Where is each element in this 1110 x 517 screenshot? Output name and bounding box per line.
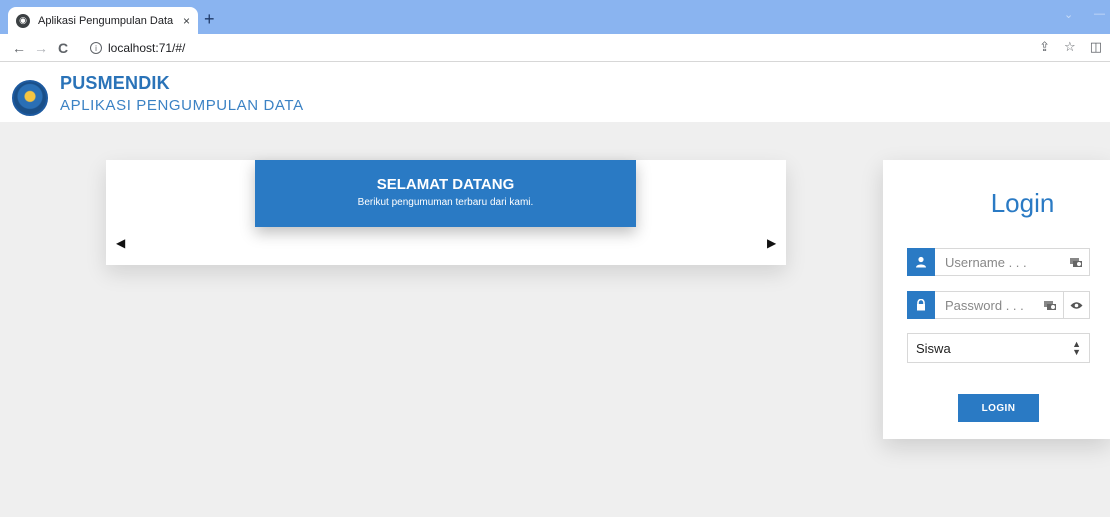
url-field[interactable]: i localhost:71/#/ bbox=[84, 37, 1004, 59]
carousel-next-icon[interactable]: ▶ bbox=[767, 236, 776, 250]
username-input[interactable] bbox=[935, 254, 1069, 270]
pusmendik-logo-icon bbox=[12, 80, 48, 116]
brand-title: PUSMENDIK bbox=[60, 73, 170, 93]
carousel-prev-icon[interactable]: ◀ bbox=[116, 236, 125, 250]
announcement-carousel: SELAMAT DATANG Berikut pengumuman terbar… bbox=[106, 160, 786, 265]
login-card: Login Siswa ▲▼ LOGIN bbox=[883, 160, 1110, 439]
welcome-banner: SELAMAT DATANG Berikut pengumuman terbar… bbox=[255, 160, 636, 227]
address-bar: ← → C i localhost:71/#/ ⇪ ☆ ◫ bbox=[0, 34, 1110, 62]
role-select[interactable]: Siswa ▲ ▼ bbox=[907, 333, 1090, 363]
login-title: Login bbox=[990, 188, 1055, 218]
password-input[interactable] bbox=[935, 297, 1043, 313]
user-icon bbox=[907, 248, 935, 276]
password-field bbox=[907, 291, 1090, 319]
tab-search-icon[interactable]: ⌄ bbox=[1064, 8, 1073, 21]
share-icon[interactable]: ⇪ bbox=[1039, 39, 1050, 55]
username-field bbox=[907, 248, 1090, 276]
forward-icon[interactable]: → bbox=[30, 40, 52, 56]
login-button[interactable]: LOGIN bbox=[958, 394, 1039, 422]
globe-icon: ◉ bbox=[16, 13, 30, 28]
brand-subtitle: APLIKASI PENGUMPULAN DATA bbox=[60, 97, 304, 114]
lock-icon bbox=[907, 291, 935, 319]
browser-tabstrip: ◉ Aplikasi Pengumpulan Data × + ⌄ — bbox=[0, 0, 1110, 34]
app-header: PUSMENDIK APLIKASI PENGUMPULAN DATA bbox=[0, 62, 1110, 122]
reload-icon[interactable]: C bbox=[52, 40, 74, 56]
bookmark-star-icon[interactable]: ☆ bbox=[1064, 39, 1076, 55]
tab-title: Aplikasi Pengumpulan Data bbox=[38, 14, 174, 27]
browser-tab[interactable]: ◉ Aplikasi Pengumpulan Data × bbox=[8, 7, 198, 34]
select-updown-icon: ▲ ▼ bbox=[1072, 339, 1081, 357]
back-icon[interactable]: ← bbox=[8, 40, 30, 56]
banner-title: SELAMAT DATANG bbox=[376, 176, 515, 193]
role-select-value: Siswa bbox=[916, 340, 951, 356]
reader-mode-icon[interactable]: ◫ bbox=[1090, 39, 1102, 55]
new-tab-button[interactable]: + bbox=[204, 10, 215, 28]
show-password-eye-icon[interactable] bbox=[1063, 291, 1089, 319]
banner-subtitle: Berikut pengumuman terbaru dari kami. bbox=[357, 197, 534, 208]
minimize-icon[interactable]: — bbox=[1094, 8, 1105, 20]
site-info-icon[interactable]: i bbox=[90, 42, 102, 54]
password-manager-icon[interactable] bbox=[1043, 298, 1057, 312]
url-text[interactable]: localhost:71/#/ bbox=[108, 41, 185, 55]
password-manager-icon[interactable] bbox=[1069, 255, 1083, 269]
close-tab-icon[interactable]: × bbox=[183, 14, 190, 28]
